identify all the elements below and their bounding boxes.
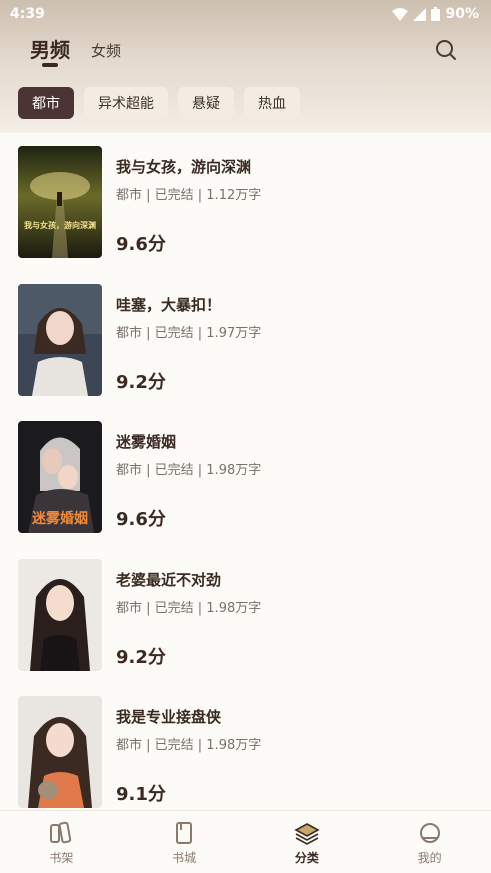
book-meta: 都市 | 已完结 | 1.98万字 bbox=[116, 463, 262, 478]
book-meta: 都市 | 已完结 | 1.98万字 bbox=[116, 601, 262, 616]
book-meta: 都市 | 已完结 | 1.12万字 bbox=[116, 188, 262, 203]
book-score: 9.2分 bbox=[116, 647, 166, 668]
active-tab-indicator bbox=[42, 63, 58, 67]
book-item[interactable]: 我与女孩，游向深渊 我与女孩，游向深渊 都市 | 已完结 | 1.12万字 9.… bbox=[18, 146, 478, 258]
bottom-nav: 书架 书城 分类 我的 bbox=[0, 810, 491, 873]
book-score: 9.1分 bbox=[116, 784, 166, 805]
nav-bookshelf[interactable]: 书架 bbox=[0, 811, 123, 873]
battery-level: 90% bbox=[445, 6, 479, 22]
status-bar: 4:39 90% bbox=[0, 0, 491, 28]
book-cover: 迷雾婚姻 bbox=[18, 421, 102, 533]
signal-icon bbox=[413, 7, 427, 21]
book-meta: 都市 | 已完结 | 1.97万字 bbox=[116, 326, 262, 341]
book-item[interactable]: 哇塞，大暴扣！ 都市 | 已完结 | 1.97万字 9.2分 bbox=[18, 284, 478, 396]
book-title: 老婆最近不对劲 bbox=[116, 571, 222, 589]
book-title: 我是专业接盘侠 bbox=[116, 708, 222, 726]
book-cover bbox=[18, 559, 102, 671]
svg-text:迷雾婚姻: 迷雾婚姻 bbox=[31, 510, 88, 527]
book-item[interactable]: 迷雾婚姻 迷雾婚姻 都市 | 已完结 | 1.98万字 9.6分 bbox=[18, 421, 478, 533]
book-title: 哇塞，大暴扣！ bbox=[116, 296, 222, 314]
nav-label: 分类 bbox=[294, 851, 319, 865]
book-title: 我与女孩，游向深渊 bbox=[116, 158, 252, 176]
battery-icon bbox=[431, 7, 441, 21]
nav-label: 我的 bbox=[417, 851, 442, 865]
book-item[interactable]: 老婆最近不对劲 都市 | 已完结 | 1.98万字 9.2分 bbox=[18, 559, 478, 671]
book-cover bbox=[18, 696, 102, 808]
nav-label: 书架 bbox=[49, 851, 74, 865]
book-meta: 都市 | 已完结 | 1.98万字 bbox=[116, 738, 262, 753]
status-time: 4:39 bbox=[10, 6, 45, 22]
book-item[interactable]: 我是专业接盘侠 都市 | 已完结 | 1.98万字 9.1分 bbox=[18, 696, 478, 808]
chip-yishu[interactable]: 异术超能 bbox=[84, 87, 168, 119]
profile-icon bbox=[418, 821, 442, 849]
chip-rexue[interactable]: 热血 bbox=[244, 87, 300, 119]
book-icon bbox=[172, 821, 196, 849]
book-cover: 我与女孩，游向深渊 bbox=[18, 146, 102, 258]
status-icons: 90% bbox=[392, 6, 479, 22]
wifi-icon bbox=[392, 7, 409, 21]
bookshelf-icon bbox=[48, 821, 74, 849]
tab-female[interactable]: 女频 bbox=[91, 40, 121, 61]
book-title: 迷雾婚姻 bbox=[116, 433, 177, 451]
nav-profile[interactable]: 我的 bbox=[368, 811, 491, 873]
nav-category[interactable]: 分类 bbox=[246, 811, 369, 873]
book-score: 9.2分 bbox=[116, 372, 166, 393]
book-score: 9.6分 bbox=[116, 234, 166, 255]
chip-dushi[interactable]: 都市 bbox=[18, 87, 74, 119]
nav-label: 书城 bbox=[172, 851, 197, 865]
category-chips: 都市 异术超能 悬疑 热血 bbox=[18, 87, 300, 119]
layers-icon bbox=[294, 821, 320, 849]
search-icon[interactable] bbox=[434, 38, 458, 62]
nav-bookstore[interactable]: 书城 bbox=[123, 811, 246, 873]
book-cover bbox=[18, 284, 102, 396]
book-score: 9.6分 bbox=[116, 509, 166, 530]
gender-tabs: 男频 女频 bbox=[0, 30, 491, 72]
chip-xuanyi[interactable]: 悬疑 bbox=[178, 87, 234, 119]
tab-male[interactable]: 男频 bbox=[30, 34, 70, 63]
svg-text:我与女孩，游向深渊: 我与女孩，游向深渊 bbox=[24, 220, 96, 230]
book-list: 我与女孩，游向深渊 我与女孩，游向深渊 都市 | 已完结 | 1.12万字 9.… bbox=[0, 133, 491, 810]
